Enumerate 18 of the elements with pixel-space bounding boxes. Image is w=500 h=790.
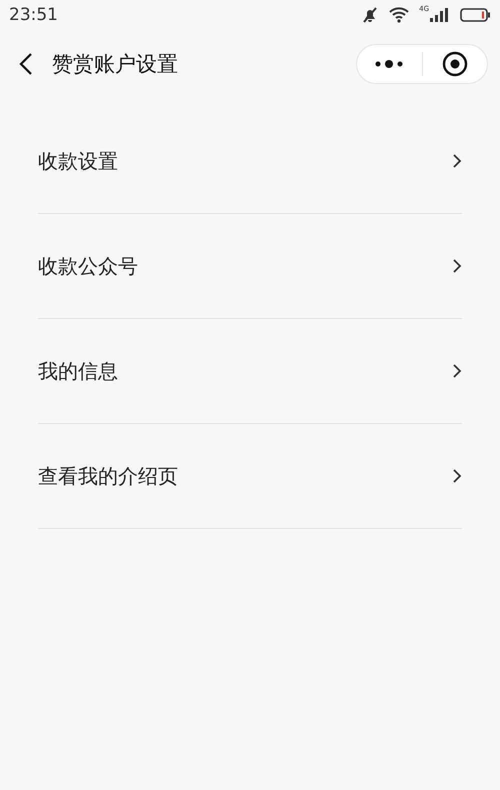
chevron-right-icon [452,363,462,379]
chevron-right-icon [452,153,462,169]
battery-icon [460,8,490,22]
back-icon [18,52,34,76]
bell-muted-icon [361,6,380,24]
back-button[interactable] [18,52,34,76]
menu-item[interactable]: 我的信息 [38,319,462,424]
chevron-right-icon [452,258,462,274]
menu-item[interactable]: 收款公众号 [38,214,462,319]
target-icon [442,51,468,77]
more-icon [374,59,404,69]
menu-item[interactable]: 收款设置 [38,109,462,214]
wifi-icon [389,7,410,23]
menu-item[interactable]: 查看我的介绍页 [38,424,462,529]
signal-icon [430,8,450,22]
chevron-right-icon [452,468,462,484]
clock: 23:51 [9,5,58,25]
page-title: 赞赏账户设置 [52,51,179,78]
